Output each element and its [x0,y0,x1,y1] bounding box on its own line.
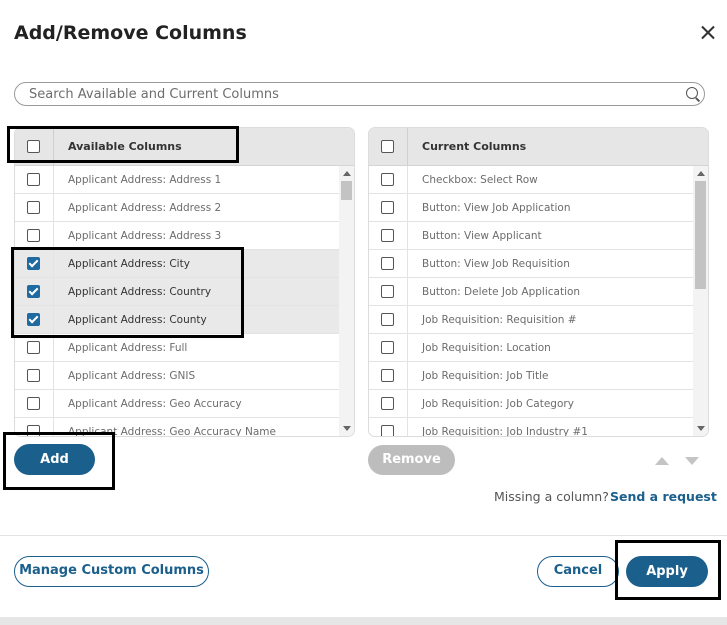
row-checkbox[interactable] [27,285,40,298]
current-column-row[interactable]: Job Requisition: Requisition # [369,306,693,334]
row-label: Button: View Applicant [422,230,542,242]
row-label: Job Requisition: Job Category [422,398,574,410]
available-column-row[interactable]: Applicant Address: Geo Accuracy [15,390,339,418]
current-column-row[interactable]: Job Requisition: Job Category [369,390,693,418]
row-checkbox[interactable] [381,341,394,354]
dialog-title: Add/Remove Columns [14,22,247,44]
add-remove-columns-dialog: Add/Remove Columns Available Columns App… [0,0,727,617]
manage-custom-columns-button[interactable]: Manage Custom Columns [14,556,209,587]
available-columns-panel: Available Columns Applicant Address: Add… [14,127,355,437]
available-column-row[interactable]: Applicant Address: County [15,306,339,334]
row-checkbox[interactable] [381,201,394,214]
current-column-row[interactable]: Button: View Job Application [369,194,693,222]
current-columns-header: Current Columns [369,128,708,166]
add-button[interactable]: Add [14,444,95,475]
available-columns-list[interactable]: Applicant Address: Address 1 Applicant Ad… [15,166,339,436]
scroll-down-icon[interactable] [697,426,705,431]
row-label: Applicant Address: County [68,314,207,326]
row-label: Applicant Address: Country [68,286,212,298]
row-label: Job Requisition: Job Title [422,370,549,382]
row-label: Job Requisition: Location [422,342,551,354]
row-label: Job Requisition: Job Industry #1 [422,426,588,436]
row-label: Job Requisition: Requisition # [422,314,577,326]
scroll-up-icon[interactable] [697,171,705,176]
close-icon[interactable] [697,22,719,44]
move-down-icon[interactable] [685,457,699,465]
current-column-row[interactable]: Job Requisition: Job Title [369,362,693,390]
row-checkbox[interactable] [381,369,394,382]
scrollbar-thumb[interactable] [341,181,352,200]
row-checkbox[interactable] [381,285,394,298]
select-all-available-checkbox[interactable] [27,140,40,153]
row-label: Applicant Address: Address 1 [68,174,222,186]
available-columns-header: Available Columns [15,128,354,166]
available-column-row[interactable]: Applicant Address: GNIS [15,362,339,390]
row-checkbox[interactable] [27,425,40,436]
current-columns-list[interactable]: Checkbox: Select Row Button: View Job App… [369,166,693,436]
row-label: Applicant Address: Address 2 [68,202,222,214]
current-columns-title: Current Columns [422,140,527,153]
search-icon[interactable] [686,87,698,99]
row-checkbox[interactable] [381,257,394,270]
current-column-row[interactable]: Button: View Applicant [369,222,693,250]
select-all-current-checkbox[interactable] [381,140,394,153]
current-column-row[interactable]: Job Requisition: Job Industry #1 [369,418,693,436]
row-checkbox[interactable] [27,341,40,354]
row-label: Applicant Address: GNIS [68,370,196,382]
row-label: Button: View Job Application [422,202,571,214]
current-column-row[interactable]: Job Requisition: Location [369,334,693,362]
footer-divider [0,535,727,536]
row-checkbox[interactable] [381,229,394,242]
available-column-row[interactable]: Applicant Address: Address 2 [15,194,339,222]
row-checkbox[interactable] [27,369,40,382]
search-input[interactable] [14,82,705,106]
available-column-row[interactable]: Applicant Address: Full [15,334,339,362]
row-label: Applicant Address: City [68,258,190,270]
available-scrollbar[interactable] [339,166,354,436]
row-checkbox[interactable] [27,257,40,270]
send-request-link[interactable]: Send a request [610,489,717,504]
row-label: Checkbox: Select Row [422,174,538,186]
row-checkbox[interactable] [381,313,394,326]
scrollbar-thumb[interactable] [695,181,706,289]
scroll-up-icon[interactable] [343,171,351,176]
cancel-button[interactable]: Cancel [537,556,619,587]
row-label: Applicant Address: Geo Accuracy Name [68,426,276,436]
row-label: Button: Delete Job Application [422,286,581,298]
available-column-row[interactable]: Applicant Address: City [15,250,339,278]
remove-button[interactable]: Remove [368,445,455,475]
apply-button[interactable]: Apply [626,556,708,587]
row-checkbox[interactable] [27,229,40,242]
available-column-row[interactable]: Applicant Address: Geo Accuracy Name [15,418,339,436]
available-column-row[interactable]: Applicant Address: Address 1 [15,166,339,194]
available-column-row[interactable]: Applicant Address: Address 3 [15,222,339,250]
row-checkbox[interactable] [27,173,40,186]
current-column-row[interactable]: Button: View Job Requisition [369,250,693,278]
row-checkbox[interactable] [381,425,394,436]
current-column-row[interactable]: Checkbox: Select Row [369,166,693,194]
available-column-row[interactable]: Applicant Address: Country [15,278,339,306]
row-checkbox[interactable] [27,397,40,410]
available-columns-title: Available Columns [68,140,182,153]
scroll-down-icon[interactable] [343,426,351,431]
row-label: Button: View Job Requisition [422,258,570,270]
current-column-row[interactable]: Button: Delete Job Application [369,278,693,306]
move-up-icon[interactable] [655,457,669,465]
current-scrollbar[interactable] [693,166,708,436]
row-label: Applicant Address: Geo Accuracy [68,398,242,410]
row-checkbox[interactable] [381,173,394,186]
missing-column-text: Missing a column? [494,489,609,504]
row-label: Applicant Address: Address 3 [68,230,222,242]
row-checkbox[interactable] [381,397,394,410]
current-columns-panel: Current Columns Checkbox: Select Row Butt… [368,127,709,437]
row-label: Applicant Address: Full [68,342,188,354]
row-checkbox[interactable] [27,201,40,214]
row-checkbox[interactable] [27,313,40,326]
